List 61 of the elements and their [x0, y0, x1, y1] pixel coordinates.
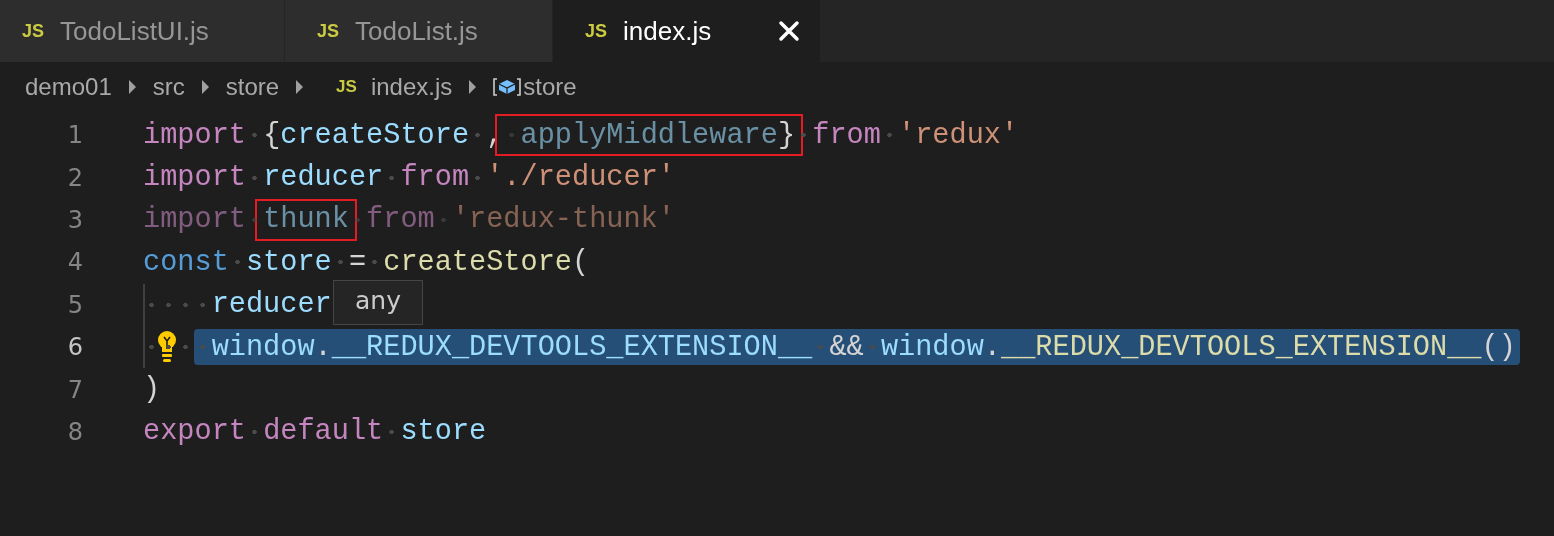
- js-file-icon: JS: [317, 20, 340, 42]
- code-token: .: [314, 330, 332, 364]
- code-token: .: [983, 330, 1001, 364]
- code-token: __REDUX_DEVTOOLS_EXTENSION__: [331, 330, 813, 364]
- tab-label: index.js: [623, 15, 712, 47]
- code-token: }: [777, 118, 796, 152]
- tab-label: TodoList.js: [355, 15, 478, 47]
- code-token: from: [383, 159, 470, 196]
- code-token: (: [572, 245, 590, 279]
- code-token: import: [143, 118, 246, 152]
- line-number: 5: [66, 290, 83, 319]
- code-token: default: [245, 413, 384, 450]
- breadcrumb-item[interactable]: src: [152, 73, 185, 101]
- code-token: from: [348, 201, 435, 238]
- editor-tab[interactable]: JS TodoListUI.js: [0, 0, 285, 62]
- breadcrumb-item[interactable]: demo01: [25, 73, 112, 101]
- line-number: 7: [66, 375, 83, 404]
- code-token: thunk: [263, 203, 349, 237]
- code-token: store: [383, 413, 487, 450]
- code-token: import: [143, 201, 264, 238]
- editor-tab[interactable]: JS TodoList.js: [285, 0, 553, 62]
- breadcrumb-item[interactable]: index.js: [370, 73, 453, 101]
- line-number: 4: [66, 248, 83, 277]
- code-token: 'redux': [880, 117, 1019, 154]
- line-number: 1: [66, 121, 83, 150]
- chevron-icon: [468, 79, 478, 95]
- code-token: window: [211, 330, 315, 364]
- code-token: __REDUX_DEVTOOLS_EXTENSION__: [1001, 330, 1482, 364]
- code-token: import: [143, 161, 246, 195]
- hover-tooltip: any: [333, 280, 423, 325]
- code-token: reducer: [245, 159, 384, 196]
- line-number: 8: [66, 417, 83, 446]
- js-file-icon: JS: [585, 20, 608, 42]
- code-token: from: [795, 117, 881, 154]
- code-token: applyMiddleware: [503, 117, 778, 154]
- close-icon[interactable]: [778, 20, 800, 42]
- line-number: 6: [66, 333, 83, 362]
- tab-label: TodoListUI.js: [60, 15, 209, 47]
- code-token: &&: [812, 329, 864, 366]
- code-token: (): [1481, 330, 1516, 364]
- code-token: createStore: [280, 118, 470, 152]
- breadcrumb-item[interactable]: store: [225, 73, 280, 101]
- cube-icon: [493, 77, 522, 97]
- line-number: 2: [66, 163, 83, 192]
- js-file-icon: JS: [336, 77, 357, 97]
- editor-tab[interactable]: JS index.js: [553, 0, 821, 62]
- code-token: store: [228, 244, 332, 281]
- code-token: const: [143, 245, 229, 279]
- line-number: 3: [66, 205, 83, 234]
- js-file-icon: JS: [22, 20, 45, 42]
- code-token: export: [143, 415, 246, 449]
- code-token: window: [863, 329, 984, 366]
- code-token: 'redux-thunk': [434, 201, 675, 238]
- breadcrumb-item[interactable]: store: [523, 73, 577, 101]
- chevron-icon: [127, 79, 137, 95]
- chevron-icon: [295, 79, 305, 95]
- code-token: createStore: [366, 244, 572, 281]
- code-token: ): [143, 373, 161, 407]
- chevron-icon: [200, 79, 210, 95]
- code-token: './reducer': [469, 159, 675, 196]
- code-token: reducer: [211, 288, 332, 322]
